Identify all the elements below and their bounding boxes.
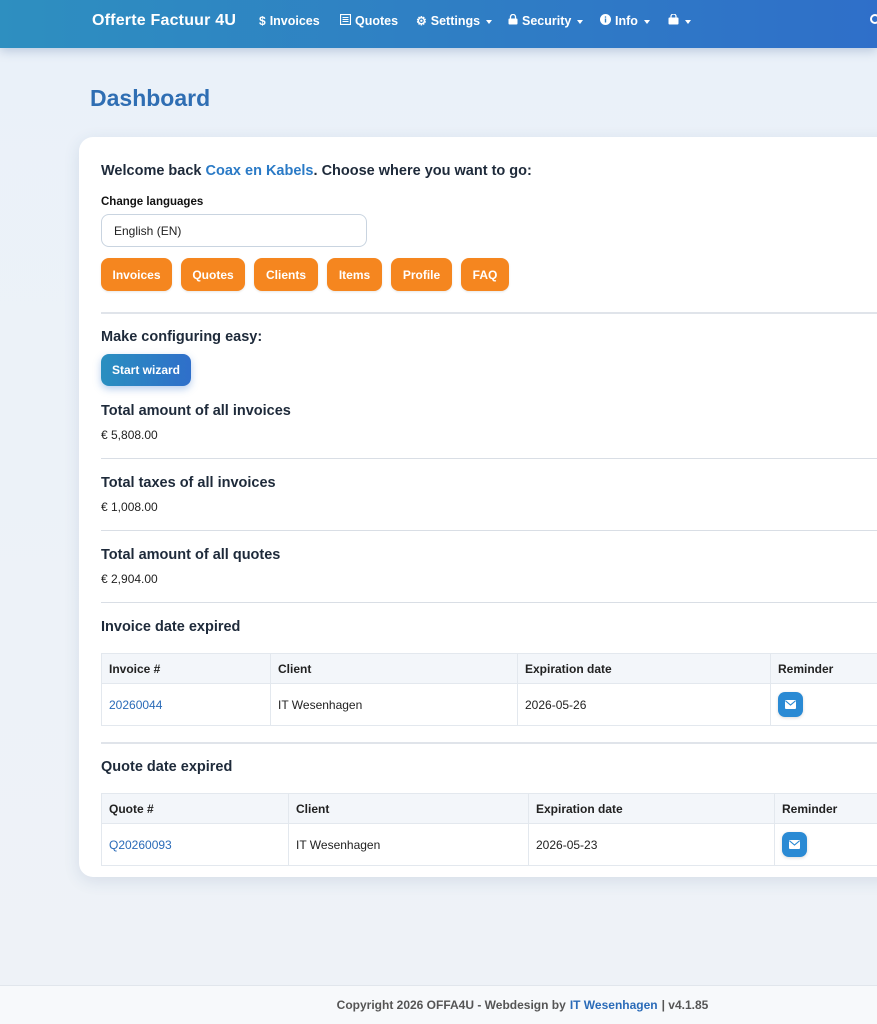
- reminder-cell: [770, 683, 877, 726]
- gear-icon: ⚙: [416, 14, 427, 28]
- start-wizard-button[interactable]: Start wizard: [101, 354, 191, 386]
- total-taxes-value: € 1,008.00: [101, 500, 158, 514]
- quick-items-button[interactable]: Items: [327, 258, 382, 291]
- nav-settings-label: Settings: [430, 14, 481, 28]
- welcome-message: Welcome back Coax en Kabels. Choose wher…: [101, 163, 532, 179]
- table-row: 20260044 IT Wesenhagen 2026-05-26: [101, 683, 877, 726]
- total-quotes-value: € 2,904.00: [101, 572, 158, 586]
- column-header: Client: [288, 793, 529, 824]
- nav-account[interactable]: [668, 13, 691, 28]
- language-select[interactable]: English (EN): [101, 214, 367, 247]
- column-header: Reminder: [770, 653, 877, 684]
- column-header: Quote #: [101, 793, 289, 824]
- info-icon: [600, 14, 611, 28]
- footer-copyright: Copyright 2026 OFFA4U - Webdesign by: [336, 998, 566, 1012]
- bag-icon: [668, 13, 679, 28]
- divider: [101, 458, 877, 459]
- chevron-down-icon: [486, 19, 493, 24]
- nav-info-label: Info: [615, 14, 638, 28]
- footer-version: | v4.1.85: [661, 998, 709, 1012]
- send-reminder-button[interactable]: [778, 692, 803, 717]
- welcome-prefix: Welcome back: [101, 163, 206, 179]
- dollar-icon: $: [259, 14, 266, 28]
- expiration-date-cell: 2026-05-23: [528, 823, 775, 866]
- invoice-number-cell: 20260044: [101, 683, 271, 726]
- document-icon: [339, 13, 352, 28]
- quick-profile-button[interactable]: Profile: [391, 258, 452, 291]
- column-header: Expiration date: [517, 653, 771, 684]
- chevron-down-icon: [643, 19, 650, 24]
- invoice-number-link[interactable]: 20260044: [109, 698, 162, 712]
- footer-webdesign-link[interactable]: IT Wesenhagen: [570, 998, 658, 1012]
- chevron-down-icon: [577, 19, 584, 24]
- nav-info[interactable]: Info: [600, 14, 650, 28]
- quick-faq-button[interactable]: FAQ: [461, 258, 509, 291]
- expiration-date-cell: 2026-05-26: [517, 683, 771, 726]
- nav-invoices[interactable]: $ Invoices: [259, 14, 320, 28]
- column-header: Invoice #: [101, 653, 271, 684]
- nav-security-label: Security: [522, 14, 572, 28]
- language-label: Change languages: [101, 196, 204, 208]
- nav-security[interactable]: Security: [508, 13, 584, 28]
- chevron-down-icon: [685, 19, 691, 24]
- footer: Copyright 2026 OFFA4U - Webdesign by IT …: [0, 985, 877, 1024]
- invoice-expired-table: Invoice # Client Expiration date Reminde…: [101, 653, 877, 726]
- total-taxes-label: Total taxes of all invoices: [101, 475, 276, 491]
- table-header-row: Invoice # Client Expiration date Reminde…: [101, 653, 877, 684]
- divider: [101, 742, 877, 744]
- envelope-icon: [785, 700, 796, 709]
- nav-quotes[interactable]: Quotes: [339, 13, 399, 28]
- reminder-cell: [774, 823, 877, 866]
- table-row: Q20260093 IT Wesenhagen 2026-05-23: [101, 823, 877, 866]
- table-header-row: Quote # Client Expiration date Reminder: [101, 793, 877, 824]
- page-title: Dashboard: [90, 85, 211, 111]
- nav-quotes-label: Quotes: [355, 14, 399, 28]
- brand-logo[interactable]: Offerte Factuur 4U: [92, 12, 236, 30]
- invoice-expired-heading: Invoice date expired: [101, 619, 241, 635]
- quick-quotes-button[interactable]: Quotes: [181, 258, 245, 291]
- column-header: Expiration date: [528, 793, 775, 824]
- client-cell: IT Wesenhagen: [270, 683, 518, 726]
- top-navbar: Offerte Factuur 4U $ Invoices Quotes ⚙ S…: [0, 0, 877, 48]
- nav-invoices-label: Invoices: [269, 14, 320, 28]
- send-reminder-button[interactable]: [782, 832, 807, 857]
- nav-settings[interactable]: ⚙ Settings: [416, 14, 493, 28]
- welcome-suffix: . Choose where you want to go:: [313, 163, 532, 179]
- column-header: Reminder: [774, 793, 877, 824]
- divider: [101, 312, 877, 314]
- quote-expired-heading: Quote date expired: [101, 759, 233, 775]
- total-invoices-label: Total amount of all invoices: [101, 403, 291, 419]
- total-invoices-value: € 5,808.00: [101, 428, 158, 442]
- quote-number-cell: Q20260093: [101, 823, 289, 866]
- divider: [101, 602, 877, 603]
- quote-number-link[interactable]: Q20260093: [109, 838, 172, 852]
- quote-expired-table: Quote # Client Expiration date Reminder …: [101, 793, 877, 866]
- quick-invoices-button[interactable]: Invoices: [101, 258, 172, 291]
- wizard-heading: Make configuring easy:: [101, 329, 263, 345]
- envelope-icon: [789, 840, 800, 849]
- dashboard-card: Welcome back Coax en Kabels. Choose wher…: [79, 137, 877, 877]
- column-header: Client: [270, 653, 518, 684]
- company-name: Coax en Kabels: [205, 163, 314, 179]
- client-cell: IT Wesenhagen: [288, 823, 529, 866]
- quick-clients-button[interactable]: Clients: [254, 258, 318, 291]
- lock-icon: [508, 13, 518, 28]
- search-icon[interactable]: [870, 14, 877, 24]
- total-quotes-label: Total amount of all quotes: [101, 547, 281, 563]
- divider: [101, 530, 877, 531]
